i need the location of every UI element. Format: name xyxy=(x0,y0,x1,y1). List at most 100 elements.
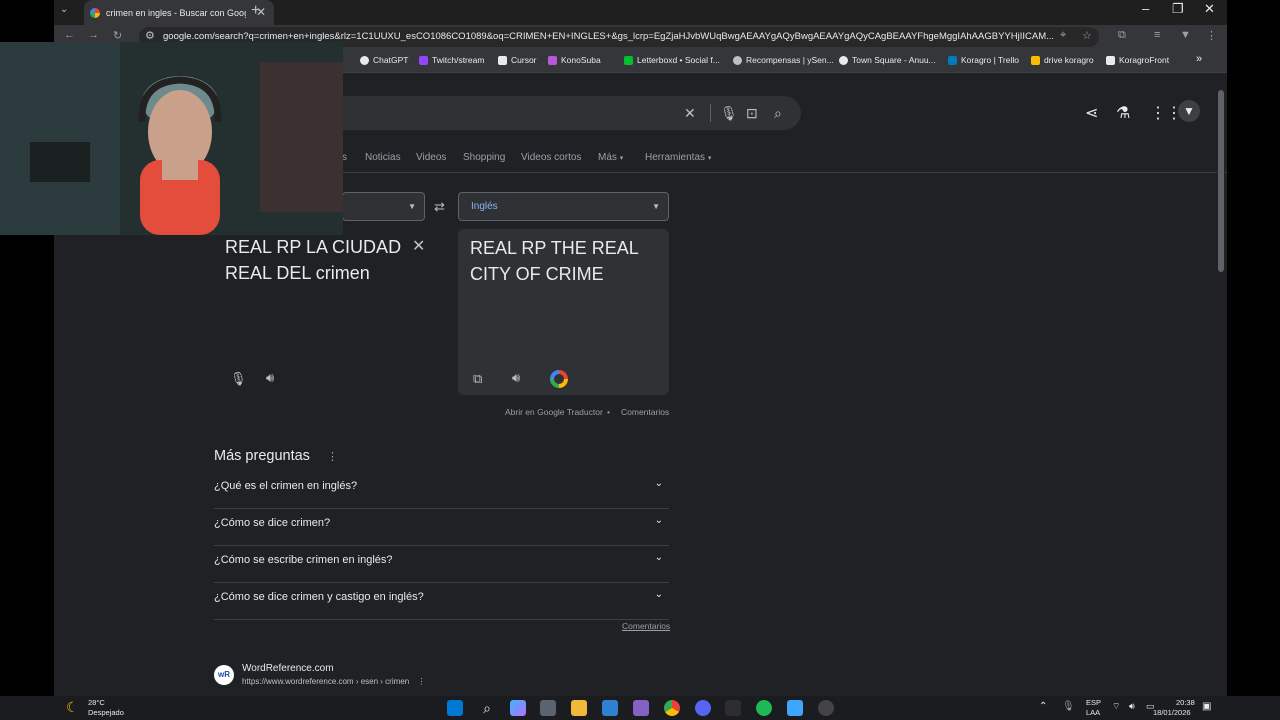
clear-search-icon[interactable]: ✕ xyxy=(684,105,696,122)
question-text: ¿Cómo se escribe crimen en inglés? xyxy=(214,554,393,566)
volume-icon[interactable]: 🔊︎ xyxy=(1129,702,1135,711)
translator-feedback-link[interactable]: Comentarios xyxy=(621,407,669,417)
bookmark-item[interactable]: drive koragro xyxy=(1031,55,1094,65)
result-url[interactable]: https://www.wordreference.com › esen › c… xyxy=(242,677,425,686)
swap-languages-icon[interactable]: ⇄ xyxy=(434,199,445,215)
screen: ⌄ crimen en ingles - Buscar con Google ✕… xyxy=(0,0,1280,720)
chevron-down-icon: ⌄ xyxy=(654,589,663,600)
profile-avatar-icon[interactable]: ▼ xyxy=(1180,29,1191,41)
forward-icon[interactable]: → xyxy=(88,29,99,41)
obs-icon[interactable] xyxy=(818,700,834,716)
search-icon[interactable]: ⌕ xyxy=(774,105,782,122)
microphone-tray-icon[interactable]: 🎙︎ xyxy=(1062,702,1075,712)
google-drive-icon xyxy=(1031,55,1040,65)
weather-description[interactable]: Despejado xyxy=(88,708,124,717)
bookmark-item[interactable]: Town Square - Anuu... xyxy=(839,55,936,65)
visual-studio-icon[interactable] xyxy=(633,700,649,716)
source-text-input[interactable]: REAL RP LA CIUDAD REAL DEL crimen xyxy=(225,235,405,286)
cursor-icon xyxy=(498,55,507,65)
tab-active[interactable]: crimen en ingles - Buscar con Google ✕ xyxy=(84,0,274,25)
questions-feedback-link[interactable]: Comentarios xyxy=(622,621,670,631)
widgets-icon[interactable] xyxy=(540,700,556,716)
start-menu-icon[interactable] xyxy=(447,700,463,716)
extensions-icon[interactable]: ⧉ xyxy=(1118,29,1126,42)
restore-icon[interactable]: ❐ xyxy=(1172,1,1184,17)
notifications-icon[interactable]: ▣ xyxy=(1202,702,1211,712)
listen-translation-icon[interactable]: 🔊︎ xyxy=(512,370,520,386)
notepad-icon[interactable] xyxy=(787,700,803,716)
file-explorer-icon[interactable] xyxy=(571,700,587,716)
question-row[interactable]: ¿Cómo se dice crimen? ⌄ xyxy=(214,509,669,546)
clock-date[interactable]: 18/01/2026 xyxy=(1153,708,1191,717)
tab-title: crimen en ingles - Buscar con Google xyxy=(106,7,246,18)
scrollbar-thumb[interactable] xyxy=(1218,90,1224,272)
bookmark-item[interactable]: KoragroFront xyxy=(1106,55,1169,65)
bookmark-item[interactable]: ChatGPT xyxy=(360,55,408,65)
result-menu-icon[interactable]: ⋮ xyxy=(417,677,425,686)
back-icon[interactable]: ← xyxy=(64,29,75,41)
question-row[interactable]: ¿Cómo se escribe crimen en inglés? ⌄ xyxy=(214,546,669,583)
site-info-icon[interactable]: ⚙ xyxy=(145,29,155,42)
share-icon[interactable]: ⋖ xyxy=(1085,103,1098,123)
wifi-icon[interactable]: ⌔ xyxy=(1112,702,1120,711)
taskbar-search-icon[interactable]: ⌕ xyxy=(479,700,495,716)
minimize-icon[interactable]: – xyxy=(1142,1,1149,16)
voice-search-icon[interactable]: 🎙︎ xyxy=(720,105,738,122)
result-site-name[interactable]: WordReference.com xyxy=(242,663,334,674)
tab-strip: ⌄ crimen en ingles - Buscar con Google ✕… xyxy=(54,0,1227,25)
tab-tools[interactable]: Herramientas ▾ xyxy=(645,152,711,163)
reload-icon[interactable]: ↻ xyxy=(113,29,122,42)
weather-temperature[interactable]: 28°C xyxy=(88,698,105,707)
trello-icon xyxy=(948,55,957,65)
tab-short-videos[interactable]: Videos cortos xyxy=(521,152,581,163)
discord-icon[interactable] xyxy=(695,700,711,716)
copy-icon[interactable]: ⧉ xyxy=(473,371,482,387)
bookmark-item[interactable]: Cursor xyxy=(498,55,537,65)
source-language-select[interactable]: ▼ xyxy=(342,192,425,221)
bookmark-item[interactable]: Twitch/stream xyxy=(419,55,484,65)
new-tab-icon[interactable]: + xyxy=(251,2,260,20)
location-icon[interactable]: ⌖ xyxy=(1060,29,1066,42)
spotify-icon[interactable] xyxy=(756,700,772,716)
more-options-icon[interactable]: ⋮ xyxy=(327,450,338,463)
listen-source-icon[interactable]: 🔊︎ xyxy=(266,370,274,386)
lens-search-icon[interactable]: ⊡ xyxy=(746,105,758,122)
bookmark-item[interactable]: Recompensas | ySen... xyxy=(733,55,834,65)
chrome-icon[interactable] xyxy=(664,700,680,716)
open-in-translate-link[interactable]: Abrir en Google Traductor xyxy=(505,407,603,417)
clock-time[interactable]: 20:38 xyxy=(1176,698,1195,707)
bookmark-star-icon[interactable]: ☆ xyxy=(1082,29,1092,42)
input-language-line2[interactable]: LAA xyxy=(1086,708,1100,717)
tab-videos[interactable]: Videos xyxy=(416,152,446,163)
page-scrollbar[interactable] xyxy=(1217,80,1225,696)
labs-icon[interactable]: ⚗ xyxy=(1116,103,1130,123)
question-text: ¿Qué es el crimen en inglés? xyxy=(214,480,358,492)
microphone-icon[interactable]: 🎙︎ xyxy=(230,371,247,387)
tray-overflow-icon[interactable]: ⌃ xyxy=(1039,702,1047,712)
search-divider xyxy=(710,104,711,122)
vscode-icon[interactable] xyxy=(602,700,618,716)
google-logo-icon[interactable] xyxy=(550,370,568,388)
bookmark-item[interactable]: Letterboxd • Social f... xyxy=(624,55,720,65)
question-row[interactable]: ¿Qué es el crimen en inglés? ⌄ xyxy=(214,472,669,509)
weather-moon-icon: ☾ xyxy=(66,699,79,715)
copilot-icon[interactable] xyxy=(510,700,526,716)
bookmark-item[interactable]: Koragro | Trello xyxy=(948,55,1019,65)
input-language-line1[interactable]: ESP xyxy=(1086,698,1101,707)
tab-shopping[interactable]: Shopping xyxy=(463,152,505,163)
clear-source-icon[interactable]: ✕ xyxy=(412,236,425,256)
bookmark-item[interactable]: KonoSuba xyxy=(548,55,601,65)
capcut-icon[interactable] xyxy=(725,700,741,716)
koragrofront-icon xyxy=(1106,55,1115,65)
konosuba-icon xyxy=(548,55,557,65)
close-window-icon[interactable]: ✕ xyxy=(1204,1,1215,17)
menu-kebab-icon[interactable]: ⋮ xyxy=(1206,29,1217,42)
tab-news[interactable]: Noticias xyxy=(365,152,401,163)
target-language-select[interactable]: Inglés ▼ xyxy=(458,192,669,221)
tab-more[interactable]: Más ▾ xyxy=(598,152,623,163)
media-control-icon[interactable]: ≡ xyxy=(1154,29,1160,41)
account-avatar-icon[interactable]: ▼ xyxy=(1178,100,1200,122)
question-row[interactable]: ¿Cómo se dice crimen y castigo en inglés… xyxy=(214,583,669,620)
tab-search-icon[interactable]: ⌄ xyxy=(60,4,68,15)
more-bookmarks-icon[interactable]: » xyxy=(1196,53,1202,65)
